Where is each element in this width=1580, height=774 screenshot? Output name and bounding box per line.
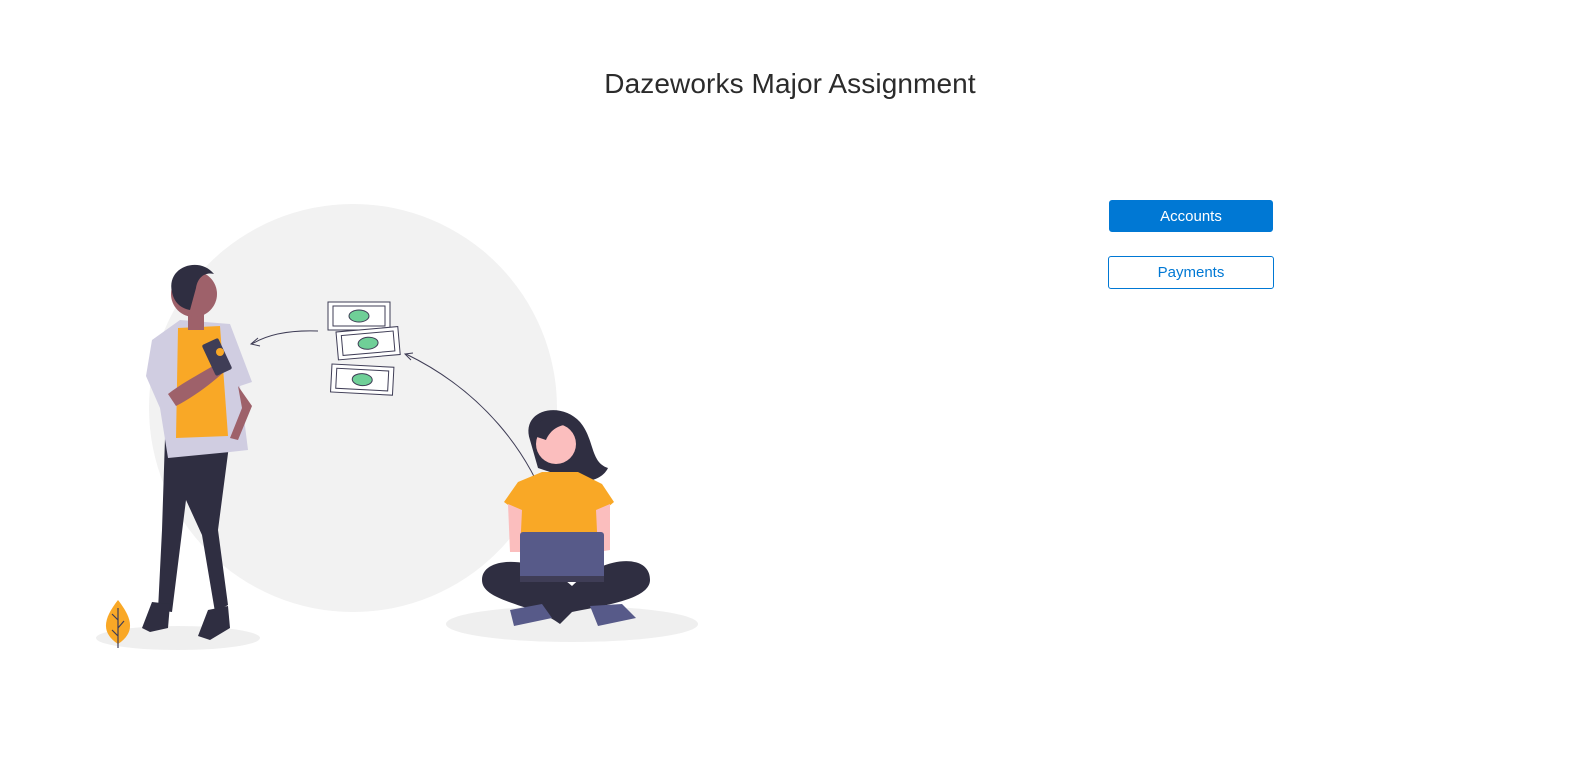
payments-button[interactable]: Payments [1108,256,1274,289]
money-bills-icon [327,301,401,396]
accounts-button[interactable]: Accounts [1109,200,1273,232]
page-title: Dazeworks Major Assignment [604,68,976,99]
money-transfer-illustration [90,200,700,660]
